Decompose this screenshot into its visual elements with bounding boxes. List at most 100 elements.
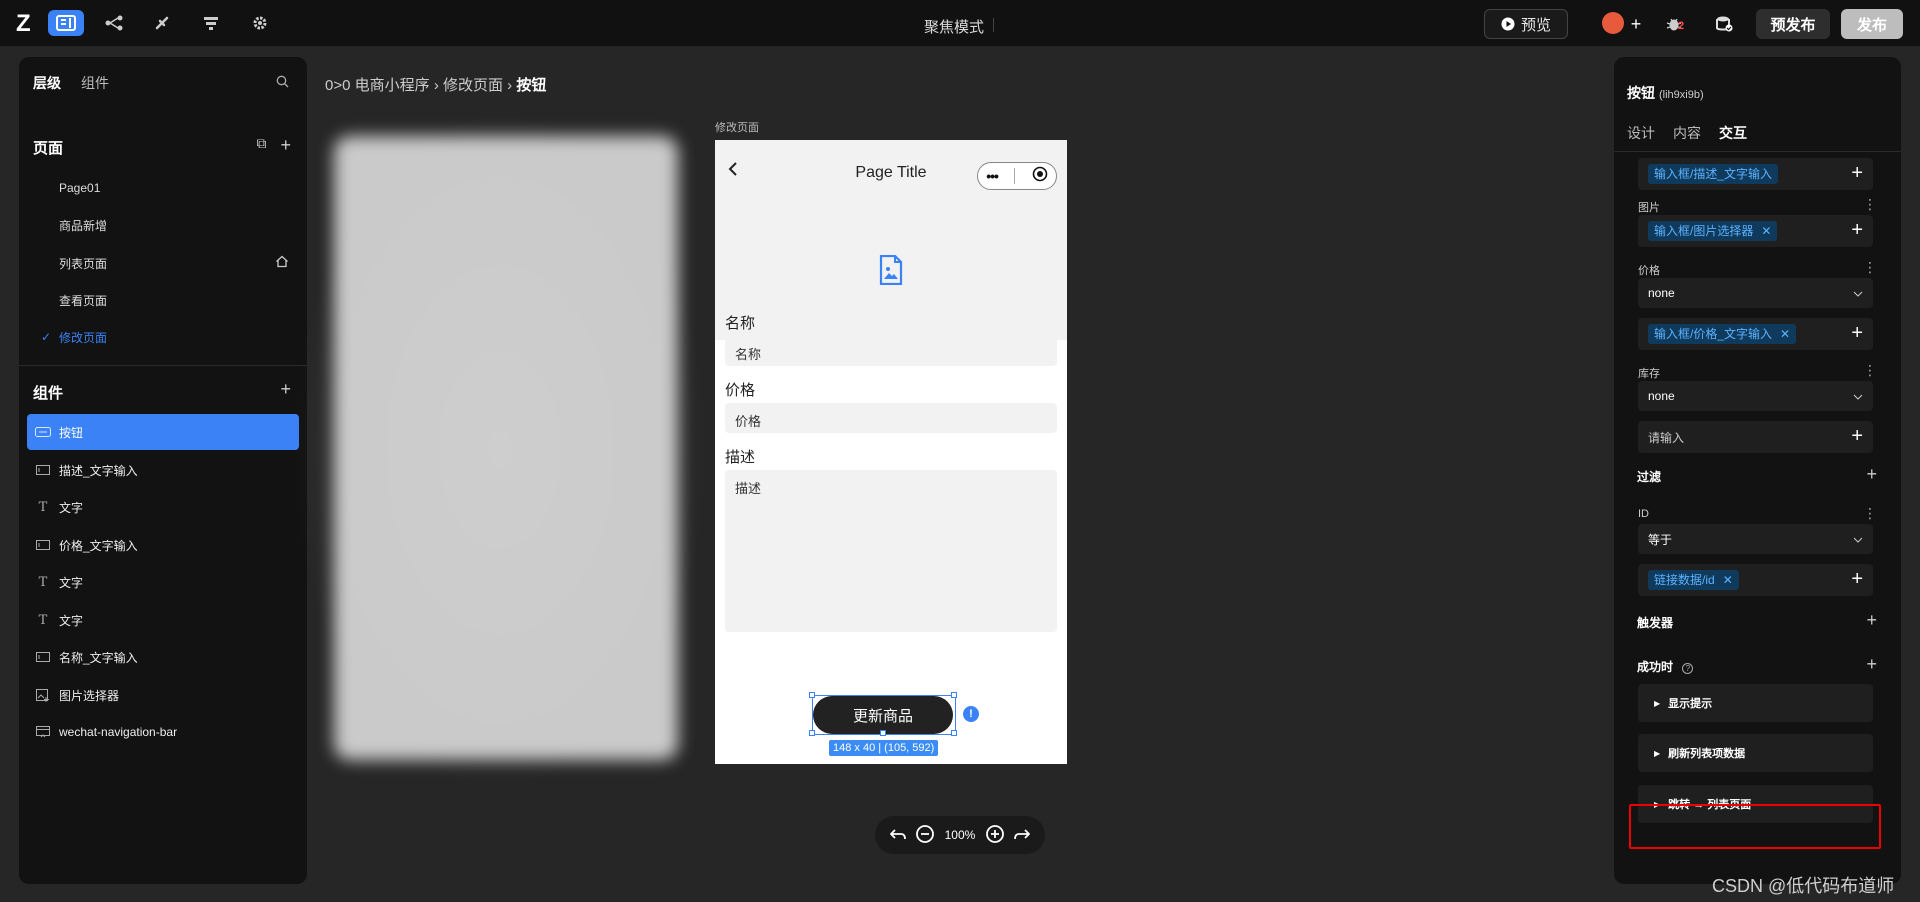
more-vertical-icon[interactable]: ⋮ xyxy=(1863,362,1877,379)
database-check-icon[interactable] xyxy=(1712,12,1736,36)
page-item[interactable]: 查看页面 xyxy=(19,282,307,318)
tab-content[interactable]: 内容 xyxy=(1673,123,1701,143)
add-trigger-icon[interactable]: + xyxy=(1866,610,1877,631)
action-label: 显示提示 xyxy=(1668,698,1713,710)
pages-icon xyxy=(56,15,76,31)
error-count-badge: 2 xyxy=(1678,20,1685,32)
breadcrumb-page[interactable]: 修改页面 xyxy=(443,77,503,94)
more-vertical-icon[interactable]: ⋮ xyxy=(1863,505,1877,522)
more-vertical-icon[interactable]: ⋮ xyxy=(1863,259,1877,276)
page-item[interactable]: Page01 xyxy=(19,170,307,206)
add-icon[interactable]: + xyxy=(1851,568,1863,591)
text-input-icon xyxy=(35,538,51,552)
redo-icon[interactable] xyxy=(1014,828,1031,843)
focus-mode-label[interactable]: 聚焦模式 xyxy=(924,16,984,37)
settings-tool-button[interactable] xyxy=(242,10,278,36)
resize-handle[interactable] xyxy=(880,730,886,736)
canvas-page-label: 修改页面 xyxy=(715,122,759,134)
image-picker[interactable] xyxy=(715,200,1067,340)
remove-chip-icon[interactable]: ✕ xyxy=(1780,327,1790,341)
component-item[interactable]: T 文字 xyxy=(27,602,299,638)
resize-handle[interactable] xyxy=(809,730,815,736)
binding-chip[interactable]: 输入框/价格_文字输入 ✕ xyxy=(1648,324,1797,344)
stock-mode-select[interactable]: none xyxy=(1638,381,1873,411)
plugin-tool-button[interactable] xyxy=(144,10,180,36)
zoom-toolbar: 100% xyxy=(875,816,1045,854)
avatar[interactable] xyxy=(1602,12,1624,34)
add-action-icon[interactable]: + xyxy=(1866,654,1877,675)
prepublish-button[interactable]: 预发布 xyxy=(1756,9,1830,39)
tab-design[interactable]: 设计 xyxy=(1627,123,1655,143)
description-binding-field[interactable]: 输入框/描述_文字输入 + xyxy=(1638,158,1873,190)
properties-panel: 按钮 (lih9xi9b) 设计 内容 交互 输入框/描述_文字输入 + 图片 ⋮… xyxy=(1614,57,1901,884)
wechat-navigation-bar[interactable]: Page Title ••• xyxy=(715,140,1067,200)
binding-chip[interactable]: 链接数据/id ✕ xyxy=(1648,570,1739,590)
text-icon: T xyxy=(38,574,48,590)
add-icon[interactable]: + xyxy=(1851,425,1863,448)
action-show-toast[interactable]: ▶ 显示提示 xyxy=(1638,684,1873,722)
image-binding-field[interactable]: 输入框/图片选择器 ✕ + xyxy=(1638,215,1873,247)
data-tool-button[interactable] xyxy=(193,10,229,36)
page-item[interactable]: 商品新增 xyxy=(19,207,307,243)
zoom-in-icon[interactable] xyxy=(985,824,1005,847)
component-item[interactable]: wechat-navigation-bar xyxy=(27,714,299,750)
add-collaborator-icon[interactable]: + xyxy=(1624,12,1648,36)
binding-chip-label: 输入框/图片选择器 xyxy=(1654,224,1754,238)
component-item-label: wechat-navigation-bar xyxy=(59,725,178,739)
search-icon[interactable] xyxy=(276,75,289,93)
navigation-bar-icon xyxy=(35,725,51,739)
page-item[interactable]: 列表页面 xyxy=(19,245,307,281)
undo-icon[interactable] xyxy=(889,828,906,843)
resize-handle[interactable] xyxy=(951,730,957,736)
breadcrumb-app[interactable]: 电商小程序 xyxy=(355,77,430,94)
help-icon[interactable]: ? xyxy=(1682,663,1694,674)
component-item[interactable]: 名称_文字输入 xyxy=(27,639,299,675)
remove-chip-icon[interactable]: ✕ xyxy=(1761,224,1771,238)
breadcrumb: 0>0 电商小程序 › 修改页面 › 按钮 xyxy=(325,74,546,95)
tab-interaction[interactable]: 交互 xyxy=(1719,123,1747,143)
component-item[interactable]: T 文字 xyxy=(27,564,299,600)
flow-tool-button[interactable] xyxy=(96,10,132,36)
binding-chip[interactable]: 输入框/图片选择器 ✕ xyxy=(1648,221,1778,241)
pages-tool-button[interactable] xyxy=(48,10,84,36)
action-refresh-list[interactable]: ▶ 刷新列表项数据 xyxy=(1638,734,1873,772)
price-input[interactable]: 价格 xyxy=(725,403,1057,433)
breadcrumb-separator: › xyxy=(507,77,513,94)
bug-icon[interactable]: 2 xyxy=(1662,12,1686,36)
mini-program-capsule[interactable]: ••• xyxy=(977,162,1057,190)
component-item-button[interactable]: 按钮 xyxy=(27,414,299,450)
stock-input[interactable]: 请输入 + xyxy=(1638,421,1873,453)
breadcrumb-separator: › xyxy=(433,77,439,94)
more-dots-icon[interactable]: ••• xyxy=(986,168,999,184)
binding-chip[interactable]: 输入框/描述_文字输入 xyxy=(1648,164,1779,184)
component-item[interactable]: 价格_文字输入 xyxy=(27,527,299,563)
divider xyxy=(993,18,994,32)
description-textarea[interactable]: 描述 xyxy=(725,470,1057,632)
name-input[interactable]: 名称 xyxy=(725,336,1057,366)
price-binding-field[interactable]: 输入框/价格_文字输入 ✕ + xyxy=(1638,318,1873,350)
price-mode-select[interactable]: none xyxy=(1638,278,1873,308)
zoom-out-icon[interactable] xyxy=(915,824,935,847)
add-icon[interactable]: + xyxy=(1851,219,1863,242)
component-item[interactable]: T 文字 xyxy=(27,489,299,525)
id-binding-field[interactable]: 链接数据/id ✕ + xyxy=(1638,564,1873,596)
close-target-icon[interactable] xyxy=(1032,166,1048,187)
resize-handle[interactable] xyxy=(951,692,957,698)
page-item-active[interactable]: ✓ 修改页面 xyxy=(19,319,307,355)
add-icon[interactable]: + xyxy=(1851,322,1863,345)
preview-button[interactable]: 预览 xyxy=(1484,9,1568,39)
component-item[interactable]: 描述_文字输入 xyxy=(27,452,299,488)
publish-button[interactable]: 发布 xyxy=(1841,9,1903,39)
new-page-folder-icon[interactable]: ⧉ xyxy=(256,135,266,156)
add-filter-icon[interactable]: + xyxy=(1866,464,1877,485)
component-item-label: 名称_文字输入 xyxy=(59,650,138,665)
id-operator-select[interactable]: 等于 xyxy=(1638,524,1873,554)
more-vertical-icon[interactable]: ⋮ xyxy=(1863,196,1877,213)
tab-components[interactable]: 组件 xyxy=(81,73,109,93)
tab-layers[interactable]: 层级 xyxy=(33,73,61,93)
remove-chip-icon[interactable]: ✕ xyxy=(1723,573,1733,587)
resize-handle[interactable] xyxy=(809,692,815,698)
component-item[interactable]: 图片选择器 xyxy=(27,677,299,713)
warning-icon[interactable]: ! xyxy=(963,706,979,722)
add-icon[interactable]: + xyxy=(1851,162,1863,185)
